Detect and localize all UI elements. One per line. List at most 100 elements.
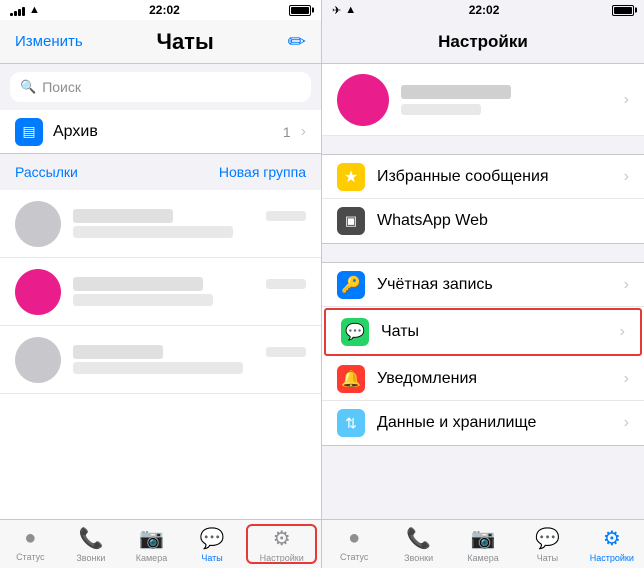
signal-bar-3 bbox=[18, 9, 21, 16]
chats-row-highlight-wrapper: 💬 Чаты › bbox=[324, 308, 642, 356]
right-chats-tab-icon: 💬 bbox=[535, 526, 560, 551]
tab-camera[interactable]: 📷 Камера bbox=[121, 520, 182, 568]
right-nav-bar: Настройки bbox=[322, 20, 644, 64]
settings-title: Настройки bbox=[438, 32, 528, 52]
compose-button[interactable]: ✏ bbox=[288, 29, 306, 55]
right-settings-tab-label: Настройки bbox=[590, 553, 634, 563]
archive-count: 1 bbox=[283, 124, 291, 140]
tab-settings[interactable]: ⚙ Настройки bbox=[246, 524, 317, 564]
edit-button[interactable]: Изменить bbox=[15, 33, 83, 50]
chats-settings-chevron: › bbox=[620, 323, 625, 341]
status-tab-label: Статус bbox=[16, 552, 44, 562]
whatsapp-web-row[interactable]: ▣ WhatsApp Web bbox=[322, 199, 644, 243]
data-storage-icon: ⇅ bbox=[337, 409, 365, 437]
right-camera-tab-icon: 📷 bbox=[471, 526, 496, 551]
right-battery-fill bbox=[614, 7, 632, 14]
chat-info bbox=[73, 277, 306, 306]
archive-row[interactable]: ▤ Архив 1 › bbox=[0, 110, 321, 154]
list-item[interactable] bbox=[0, 258, 321, 326]
right-settings-tab-icon: ⚙ bbox=[603, 526, 621, 551]
search-placeholder-text: Поиск bbox=[42, 79, 81, 95]
left-time: 22:02 bbox=[149, 3, 180, 17]
right-battery-icon bbox=[612, 5, 634, 16]
profile-section: › bbox=[322, 64, 644, 136]
right-tab-status[interactable]: ● Статус bbox=[322, 520, 386, 568]
left-tab-bar: ● Статус 📞 Звонки 📷 Камера 💬 Чаты ⚙ Наст… bbox=[0, 519, 321, 568]
account-chevron: › bbox=[624, 276, 629, 294]
new-group-link[interactable]: Новая группа bbox=[219, 164, 306, 180]
chat-time-blurred bbox=[266, 347, 306, 357]
chat-preview-blurred bbox=[73, 362, 243, 374]
chats-settings-icon: 💬 bbox=[341, 318, 369, 346]
right-tab-settings[interactable]: ⚙ Настройки bbox=[580, 520, 644, 568]
starred-messages-row[interactable]: ★ Избранные сообщения › bbox=[322, 155, 644, 199]
profile-status-blurred bbox=[401, 104, 481, 115]
profile-chevron-icon: › bbox=[624, 91, 629, 109]
signal-bar-1 bbox=[10, 13, 13, 16]
chats-tab-label: Чаты bbox=[201, 553, 222, 563]
right-status-tab-label: Статус bbox=[340, 552, 368, 562]
battery-icon bbox=[289, 5, 311, 16]
avatar bbox=[15, 269, 61, 315]
camera-tab-label: Камера bbox=[136, 553, 167, 563]
tab-calls[interactable]: 📞 Звонки bbox=[61, 520, 122, 568]
right-calls-tab-label: Звонки bbox=[404, 553, 433, 563]
account-label: Учётная запись bbox=[377, 276, 612, 294]
notifications-icon: 🔔 bbox=[337, 365, 365, 393]
settings-section-2: 🔑 Учётная запись › 💬 Чаты › 🔔 Уведомлени… bbox=[322, 262, 644, 446]
right-time: 22:02 bbox=[469, 3, 500, 17]
chat-preview-blurred bbox=[73, 226, 233, 238]
bulk-actions-bar: Рассылки Новая группа bbox=[0, 154, 321, 190]
right-tab-bar: ● Статус 📞 Звонки 📷 Камера 💬 Чаты ⚙ Наст… bbox=[322, 519, 644, 568]
tab-chats[interactable]: 💬 Чаты bbox=[182, 520, 243, 568]
camera-tab-icon: 📷 bbox=[139, 526, 164, 551]
notifications-row[interactable]: 🔔 Уведомления › bbox=[322, 357, 644, 401]
chat-name-row bbox=[73, 345, 306, 359]
right-panel: ✈ ▲ 22:02 Настройки › bbox=[322, 0, 644, 568]
settings-tab-label: Настройки bbox=[260, 553, 304, 563]
right-battery-area bbox=[612, 5, 634, 16]
avatar bbox=[15, 337, 61, 383]
chats-tab-icon: 💬 bbox=[200, 526, 225, 551]
data-storage-row[interactable]: ⇅ Данные и хранилище › bbox=[322, 401, 644, 445]
search-input-display[interactable]: 🔍 Поиск bbox=[10, 72, 311, 102]
left-nav-bar: Изменить Чаты ✏ bbox=[0, 20, 321, 64]
chat-name-blurred bbox=[73, 345, 163, 359]
chat-name-blurred bbox=[73, 209, 173, 223]
starred-messages-label: Избранные сообщения bbox=[377, 168, 612, 186]
airplane-icon: ✈ bbox=[332, 4, 341, 17]
list-item[interactable] bbox=[0, 326, 321, 394]
calls-tab-label: Звонки bbox=[76, 553, 105, 563]
chats-settings-row[interactable]: 💬 Чаты › bbox=[326, 310, 640, 354]
right-tab-calls[interactable]: 📞 Звонки bbox=[386, 520, 450, 568]
chats-settings-label: Чаты bbox=[381, 323, 608, 341]
right-camera-tab-label: Камера bbox=[467, 553, 498, 563]
right-tab-chats[interactable]: 💬 Чаты bbox=[515, 520, 579, 568]
chat-time-blurred bbox=[266, 211, 306, 221]
left-signal-area: ▲ bbox=[10, 4, 40, 16]
chat-info bbox=[73, 209, 306, 238]
archive-icon: ▤ bbox=[15, 118, 43, 146]
wifi-icon: ▲ bbox=[29, 4, 40, 16]
right-tab-camera[interactable]: 📷 Камера bbox=[451, 520, 515, 568]
broadcasts-link[interactable]: Рассылки bbox=[15, 164, 78, 180]
chat-name-row bbox=[73, 277, 306, 291]
whatsapp-web-icon: ▣ bbox=[337, 207, 365, 235]
chat-name-blurred bbox=[73, 277, 203, 291]
left-battery-area bbox=[289, 5, 311, 16]
starred-messages-icon: ★ bbox=[337, 163, 365, 191]
settings-section-1: ★ Избранные сообщения › ▣ WhatsApp Web bbox=[322, 154, 644, 244]
chat-info bbox=[73, 345, 306, 374]
settings-list: › ★ Избранные сообщения › ▣ WhatsApp Web… bbox=[322, 64, 644, 519]
notifications-label: Уведомления bbox=[377, 370, 612, 388]
tab-status[interactable]: ● Статус bbox=[0, 520, 61, 568]
list-item[interactable] bbox=[0, 190, 321, 258]
chat-name-row bbox=[73, 209, 306, 223]
status-tab-icon: ● bbox=[24, 527, 36, 550]
profile-row[interactable]: › bbox=[322, 64, 644, 136]
chat-preview-blurred bbox=[73, 294, 213, 306]
right-chats-tab-label: Чаты bbox=[537, 553, 558, 563]
whatsapp-web-label: WhatsApp Web bbox=[377, 212, 629, 230]
archive-chevron-icon: › bbox=[301, 123, 306, 141]
account-row[interactable]: 🔑 Учётная запись › bbox=[322, 263, 644, 307]
